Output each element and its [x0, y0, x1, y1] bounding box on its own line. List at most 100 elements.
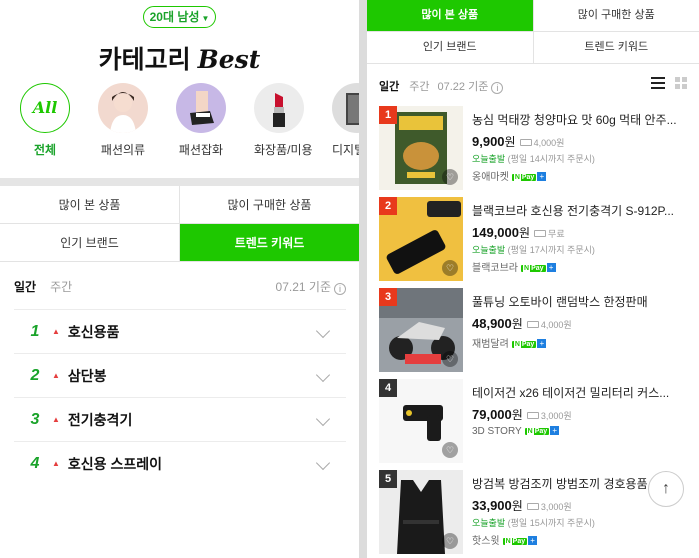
left-panel: 20대 남성 ▼ 카테고리 Best All 전체 패션의류 패션잡화 화장품/미…	[0, 0, 359, 558]
period-daily[interactable]: 일간	[379, 81, 399, 93]
truck-icon	[526, 503, 539, 510]
period-selector: 일간 주간 07.22 기준 i	[379, 77, 687, 94]
npay-badge: N Pay	[511, 174, 537, 181]
product-info: 풀튜닝 오토바이 랜덤박스 한정판매 48,900원 4,000원 재범달려 N Pa…	[472, 288, 690, 379]
rank-up-icon: ▲	[52, 459, 60, 468]
category-label: 디지털/	[332, 143, 359, 157]
chevron-down-icon[interactable]	[315, 367, 331, 383]
truck-icon	[534, 230, 547, 237]
category-cosmetics[interactable]: 화장품/미용	[254, 83, 313, 158]
tab-most-viewed[interactable]: 많이 본 상품	[367, 0, 534, 32]
page-title: 카테고리 Best	[0, 40, 359, 76]
seller-name: 옹애마켓 N Pay +	[472, 168, 690, 183]
product-info: 블랙코브라 호신용 전기충격기 S-912P... 149,000원 무료 오늘출…	[472, 197, 690, 288]
product-price: 48,900원 4,000원	[472, 316, 572, 331]
tab-most-viewed[interactable]: 많이 본 상품	[0, 186, 180, 224]
right-panel: 많이 본 상품 많이 구매한 상품 인기 브랜드 트렌드 키워드 일간 주간 07.…	[367, 0, 699, 558]
rank-badge: 1	[379, 106, 397, 124]
keyword-item[interactable]: 3 ▲ 전기충격기	[14, 397, 346, 441]
plus-icon: +	[537, 172, 547, 181]
keyword-item[interactable]: 2 ▲ 삼단봉	[14, 353, 346, 397]
info-icon[interactable]: i	[491, 82, 504, 94]
heart-icon[interactable]: ♡	[442, 169, 458, 185]
product-thumbnail[interactable]: 3 ♡	[379, 288, 463, 372]
category-scrollbar[interactable]	[0, 178, 359, 186]
tab-trend-keyword[interactable]: 트렌드 키워드	[533, 32, 699, 64]
all-icon: All	[20, 83, 70, 133]
truck-icon	[526, 412, 539, 419]
seller-name: 블랙코브라 N Pay +	[472, 259, 690, 274]
keyword-rank: 3	[30, 410, 40, 428]
keyword-item[interactable]: 4 ▲ 호신용 스프레이	[14, 441, 346, 485]
chevron-down-icon[interactable]	[315, 455, 331, 471]
info-icon[interactable]: i	[334, 283, 346, 295]
title-korean: 카테고리	[98, 46, 191, 74]
keyword-rank: 4	[30, 454, 40, 472]
scroll-top-button[interactable]: ↑	[648, 471, 684, 507]
npay-badge: N Pay	[524, 428, 550, 435]
heart-icon[interactable]: ♡	[442, 351, 458, 367]
chevron-down-icon[interactable]	[315, 411, 331, 427]
category-digital[interactable]: 디지털/	[332, 83, 359, 158]
same-day-shipping: 오늘출발 (평일 15시까지 주문시)	[472, 518, 595, 528]
caret-down-icon: ▼	[201, 14, 210, 23]
product-title[interactable]: 농심 먹태깡 청양마요 맛 60g 먹태 안주...	[472, 111, 690, 128]
product-item[interactable]: 2 ♡ 블랙코브라 호신용 전기충격기 S-912P... 149,000원 무료…	[379, 197, 699, 288]
device-photo-icon	[332, 83, 359, 133]
plus-icon: +	[550, 426, 560, 435]
seller-name: 3D STORY N Pay +	[472, 426, 690, 437]
product-price: 79,000원 3,000원	[472, 407, 572, 422]
same-day-shipping: 오늘출발 (평일 17시까지 주문시)	[472, 245, 595, 255]
list-view-icon[interactable]	[651, 77, 665, 89]
product-info: 테이저건 x26 테이저건 밀리터리 커스... 79,000원 3,000원 3…	[472, 379, 690, 470]
keyword-name: 전기충격기	[67, 411, 133, 428]
model-photo-icon	[98, 83, 148, 133]
category-carousel: All 전체 패션의류 패션잡화 화장품/미용 디지털/	[20, 83, 359, 158]
rank-up-icon: ▲	[52, 327, 60, 336]
product-title[interactable]: 테이저건 x26 테이저건 밀리터리 커스...	[472, 384, 690, 401]
shipping-fee: 무료	[534, 229, 565, 239]
keyword-rank: 1	[30, 322, 40, 340]
plus-icon: +	[528, 536, 538, 545]
filter-label: 20대 남성	[149, 10, 200, 24]
reference-date: 07.21 기준 i	[276, 278, 346, 295]
rank-badge: 5	[379, 470, 397, 488]
period-weekly[interactable]: 주간	[409, 81, 429, 93]
grid-view-icon[interactable]	[675, 77, 687, 89]
npay-badge: N Pay	[502, 538, 528, 545]
shoe-photo-icon	[176, 83, 226, 133]
product-title[interactable]: 풀튜닝 오토바이 랜덤박스 한정판매	[472, 293, 690, 310]
shipping-fee: 4,000원	[526, 320, 572, 330]
heart-icon[interactable]: ♡	[442, 442, 458, 458]
age-gender-filter[interactable]: 20대 남성 ▼	[143, 6, 216, 28]
tab-most-purchased[interactable]: 많이 구매한 상품	[533, 0, 699, 32]
tab-popular-brand[interactable]: 인기 브랜드	[0, 224, 180, 262]
lipstick-photo-icon	[254, 83, 304, 133]
product-item[interactable]: 3 ♡ 풀튜닝 오토바이 랜덤박스 한정판매 48,900원 4,000원 재범달…	[379, 288, 699, 379]
product-thumbnail[interactable]: 2 ♡	[379, 197, 463, 281]
tab-most-purchased[interactable]: 많이 구매한 상품	[180, 186, 359, 224]
rank-badge: 4	[379, 379, 397, 397]
keyword-item[interactable]: 1 ▲ 호신용품	[14, 309, 346, 353]
product-item[interactable]: 4 ♡ 테이저건 x26 테이저건 밀리터리 커스... 79,000원 3,00…	[379, 379, 699, 470]
shipping-fee: 3,000원	[526, 502, 572, 512]
product-title[interactable]: 블랙코브라 호신용 전기충격기 S-912P...	[472, 202, 690, 219]
heart-icon[interactable]: ♡	[442, 533, 458, 549]
period-weekly[interactable]: 주간	[50, 280, 72, 294]
chevron-down-icon[interactable]	[315, 323, 331, 339]
product-item[interactable]: 1 ♡ 농심 먹태깡 청양마요 맛 60g 먹태 안주... 9,900원 4,0…	[379, 106, 699, 197]
tab-popular-brand[interactable]: 인기 브랜드	[367, 32, 534, 64]
product-price: 9,900원 4,000원	[472, 134, 565, 149]
category-all[interactable]: All 전체	[20, 83, 70, 158]
product-thumbnail[interactable]: 1 ♡	[379, 106, 463, 190]
product-thumbnail[interactable]: 4 ♡	[379, 379, 463, 463]
period-daily[interactable]: 일간	[14, 280, 36, 294]
category-fashion-goods[interactable]: 패션잡화	[176, 83, 226, 158]
seller-name: 핫스윗 N Pay +	[472, 532, 690, 547]
same-day-shipping: 오늘출발 (평일 14시까지 주문시)	[472, 154, 595, 164]
heart-icon[interactable]: ♡	[442, 260, 458, 276]
tab-trend-keyword[interactable]: 트렌드 키워드	[180, 224, 359, 262]
product-thumbnail[interactable]: 5 ♡	[379, 470, 463, 554]
category-fashion-clothing[interactable]: 패션의류	[98, 83, 148, 158]
rank-badge: 3	[379, 288, 397, 306]
